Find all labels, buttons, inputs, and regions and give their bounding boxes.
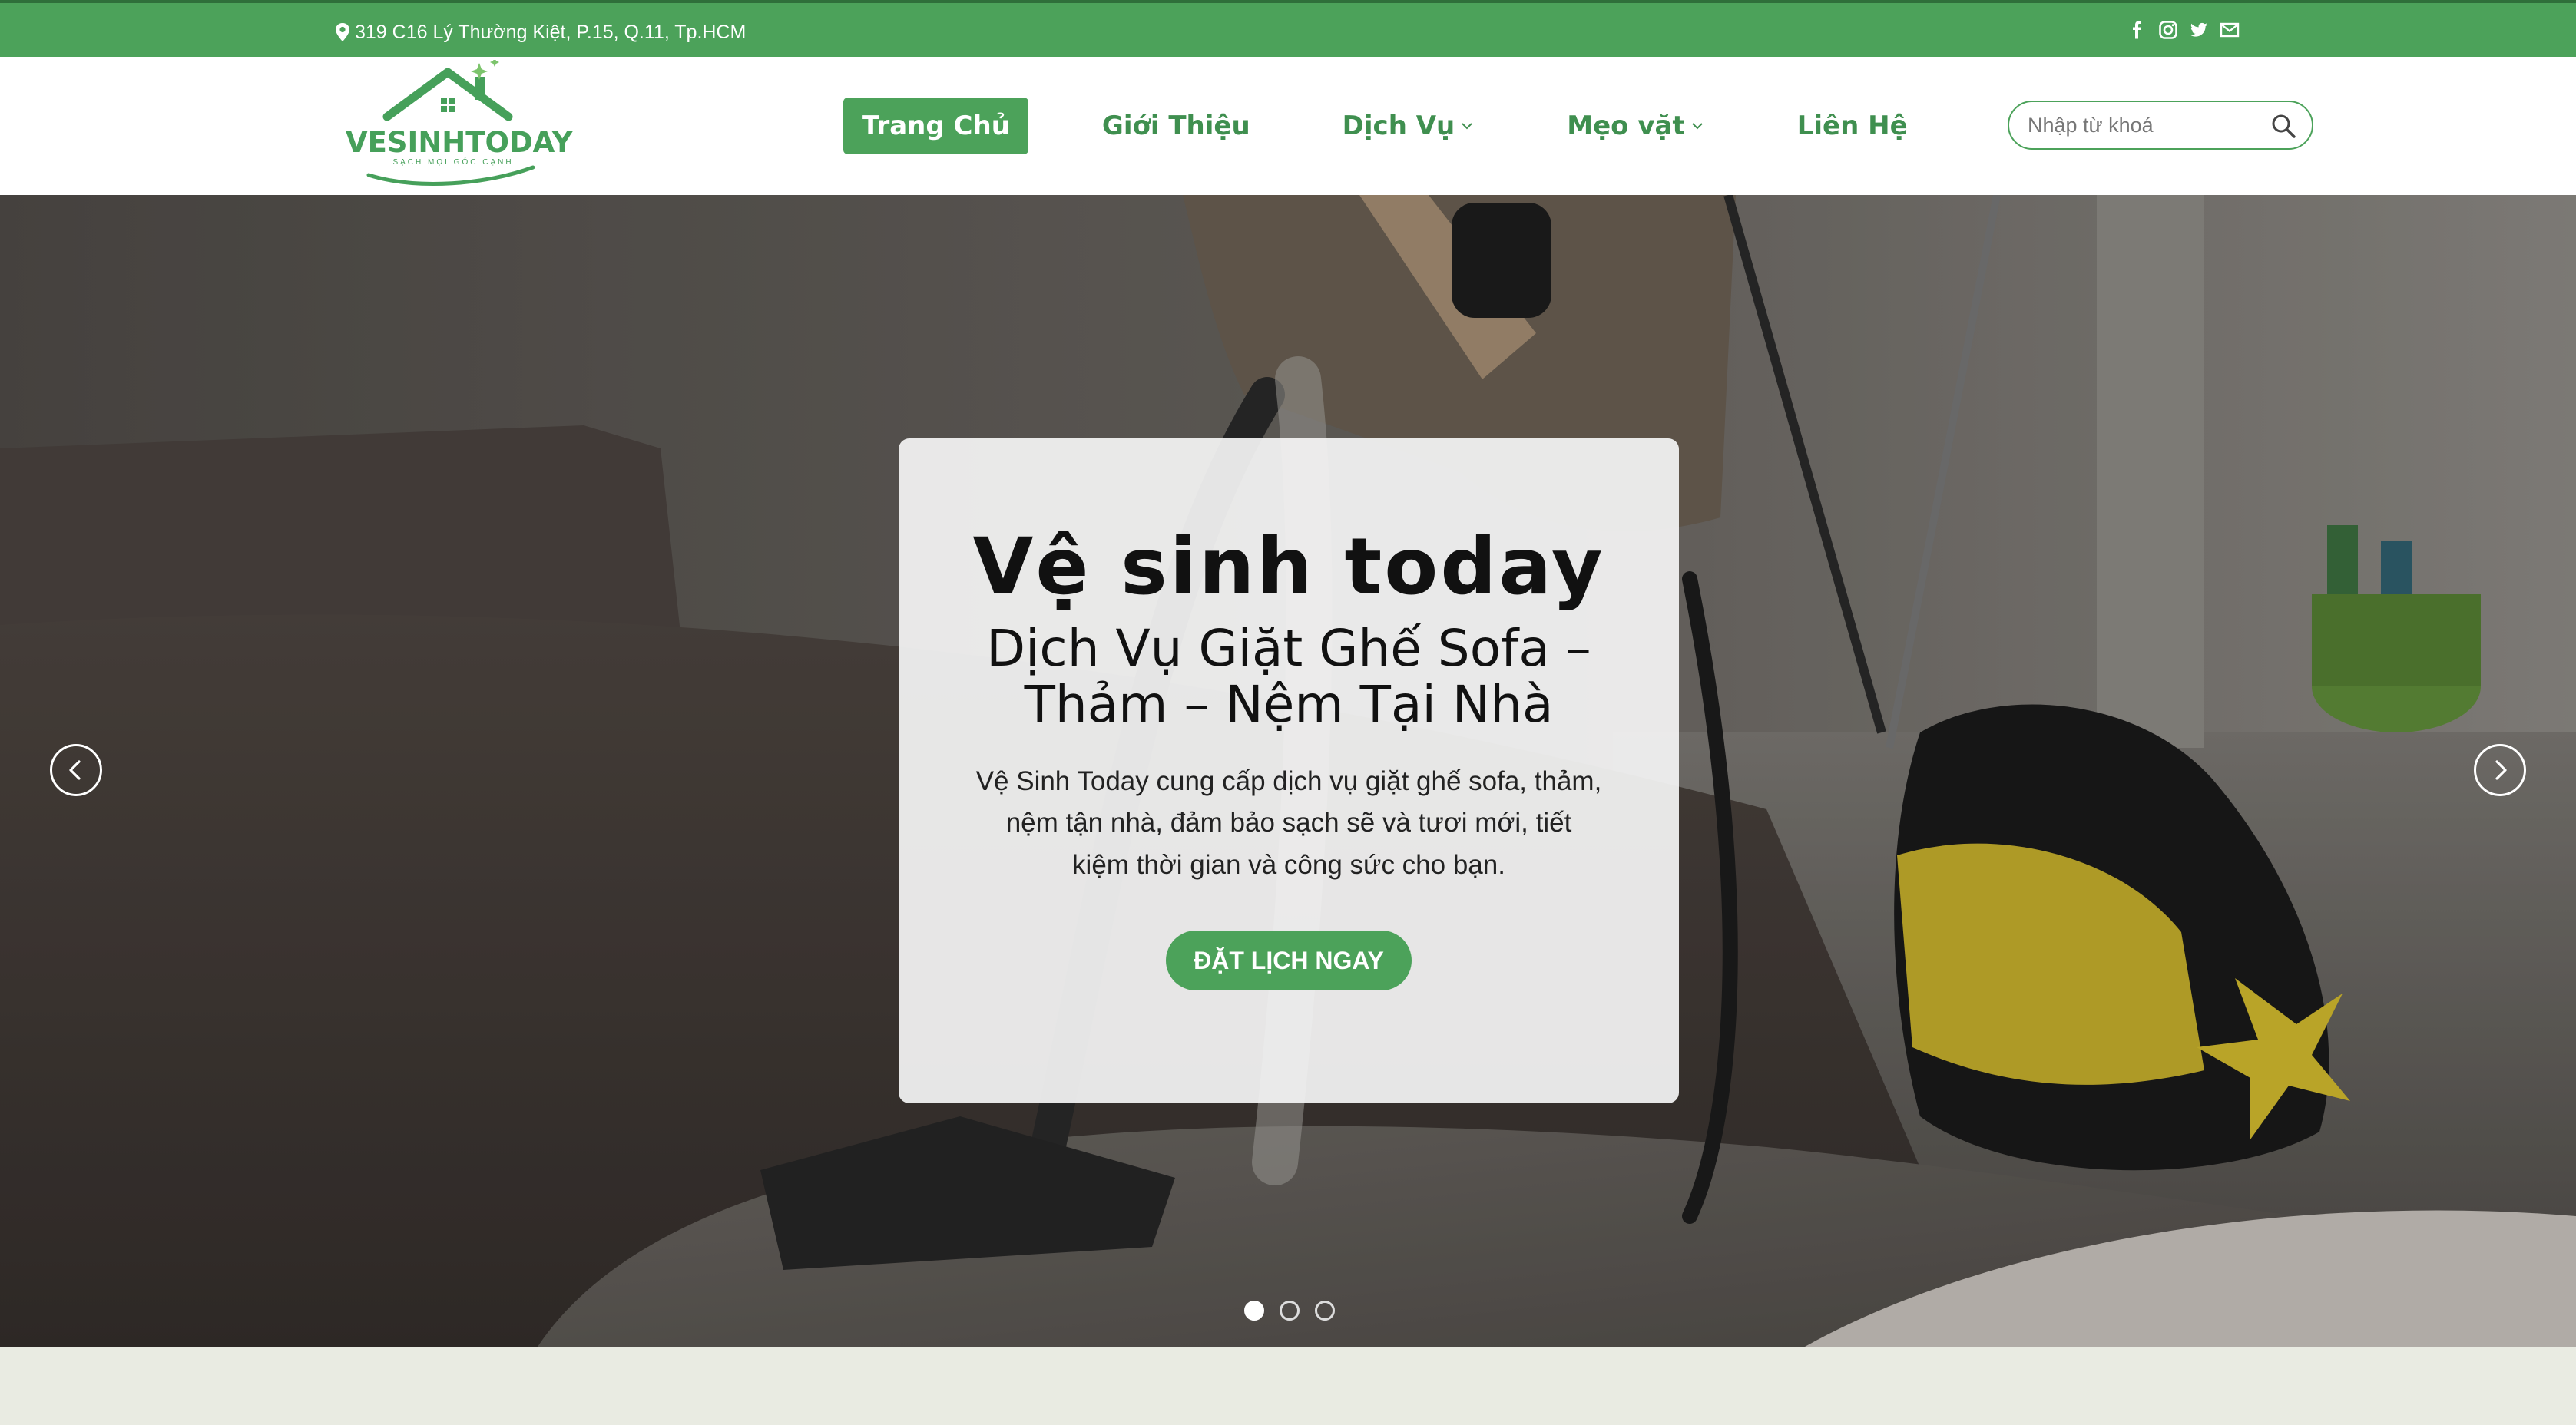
slider-next-button[interactable] [2474, 744, 2526, 796]
nav-item-label: Mẹo vặt [1567, 111, 1685, 141]
nav-item-trang-chu[interactable]: Trang Chủ [843, 98, 1028, 154]
search-icon[interactable] [2270, 113, 2296, 139]
social-links [2127, 20, 2240, 40]
nav-item-gioi-thieu[interactable]: Giới Thiệu [1102, 98, 1250, 154]
search-box [2008, 101, 2313, 150]
nav-item-label: Dịch Vụ [1342, 111, 1455, 141]
hero-slider: Vệ sinh today Dịch Vụ Giặt Ghế Sofa – Th… [0, 195, 2576, 1347]
nav-item-meo-vat[interactable]: Mẹo vặt [1567, 98, 1704, 154]
logo-wordmark: VESINHTODAY [346, 126, 573, 159]
slider-prev-button[interactable] [50, 744, 102, 796]
house-logo-icon [366, 60, 535, 186]
hero-subtitle: Dịch Vụ Giặt Ghế Sofa – Thảm – Nệm Tại N… [986, 619, 1591, 734]
address-text: 319 C16 Lý Thường Kiệt, P.15, Q.11, Tp.H… [355, 21, 747, 43]
search-input[interactable] [2026, 112, 2260, 138]
nav-item-dich-vu[interactable]: Dịch Vụ [1343, 98, 1475, 154]
logo-tagline: SẠCH MỌI GÓC CẠNH [392, 158, 514, 167]
nav-item-label: Trang Chủ [862, 111, 1010, 141]
slider-dots [1244, 1301, 1335, 1321]
next-section [0, 1347, 2576, 1425]
chevron-down-icon [1691, 123, 1703, 130]
slider-dot-1[interactable] [1244, 1301, 1264, 1321]
hero-description: Vệ Sinh Today cung cấp dịch vụ giặt ghế … [975, 766, 1602, 880]
instagram-icon[interactable] [2158, 20, 2178, 40]
site-header: VESINHTODAY SẠCH MỌI GÓC CẠNH Trang Chủ … [0, 57, 2576, 195]
nav-item-lien-he[interactable]: Liên Hệ [1797, 98, 1908, 154]
nav-item-label: Giới Thiệu [1101, 111, 1250, 141]
nav-item-label: Liên Hệ [1796, 111, 1908, 141]
facebook-icon[interactable] [2127, 20, 2147, 40]
slider-dot-3[interactable] [1315, 1301, 1335, 1321]
map-pin-icon [336, 23, 349, 41]
slider-dot-2[interactable] [1280, 1301, 1300, 1321]
book-now-button[interactable]: ĐẶT LỊCH NGAY [1166, 931, 1412, 990]
site-logo[interactable]: VESINHTODAY SẠCH MỌI GÓC CẠNH [341, 60, 573, 190]
email-icon[interactable] [2220, 20, 2240, 40]
hero-card: Vệ sinh today Dịch Vụ Giặt Ghế Sofa – Th… [899, 438, 1679, 1103]
twitter-icon[interactable] [2189, 20, 2209, 40]
chevron-left-icon [69, 760, 81, 780]
address: 319 C16 Lý Thường Kiệt, P.15, Q.11, Tp.H… [335, 18, 746, 46]
main-nav: Trang Chủ Giới Thiệu Dịch Vụ Mẹo vặt Liê… [843, 98, 1908, 154]
chevron-down-icon [1462, 123, 1472, 130]
hero-title: Vệ sinh today [972, 521, 1605, 613]
chevron-right-icon [2495, 760, 2507, 780]
top-bar: 319 C16 Lý Thường Kiệt, P.15, Q.11, Tp.H… [0, 0, 2576, 57]
